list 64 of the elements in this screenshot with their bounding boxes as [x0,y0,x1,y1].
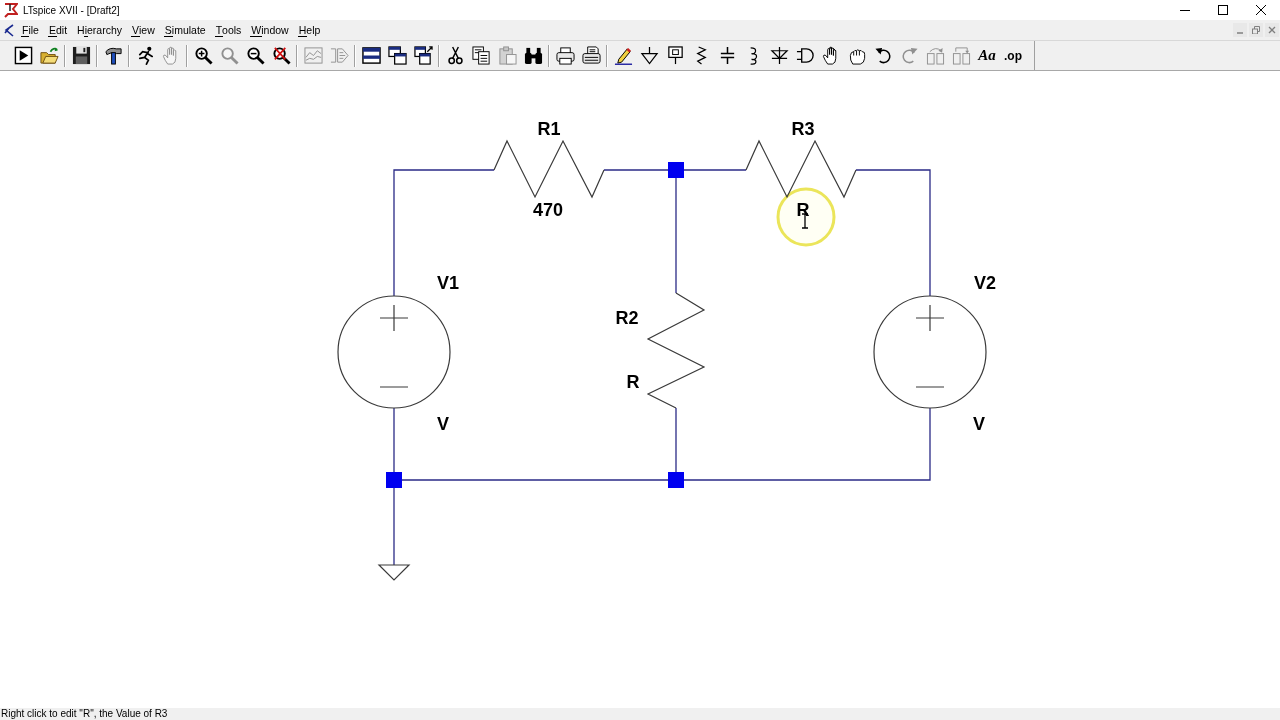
toolbar-button[interactable] [411,43,435,68]
toolbar-button[interactable] [385,43,409,68]
frame-icon [329,46,349,65]
component-value: V [437,414,449,434]
maximize-icon [1218,5,1228,15]
toolbar-button[interactable] [469,43,493,68]
component-value: R [796,200,810,220]
menu-item[interactable]: Tools [210,22,247,38]
close-icon [1268,26,1276,34]
diode-icon [769,46,789,65]
app-logo-icon [4,2,18,18]
restore-icon [1252,26,1260,34]
menu-item[interactable]: File [17,22,44,38]
magnifier-icon [219,46,239,65]
play-icon [13,46,33,65]
junction-icon [668,162,684,178]
ground-symbol [377,564,411,581]
junction-icon [668,472,684,488]
stacked-windows-icon [387,46,407,65]
ground-symbol-icon [639,46,659,65]
component-label: R1 [537,119,561,139]
tiled-windows-icon [361,46,381,65]
menu-item[interactable]: Hierarchy [72,22,127,38]
mirror-icon [951,46,971,65]
menu-item[interactable]: Simulate [159,22,211,38]
close-icon [1256,5,1266,15]
folder-icon [39,46,59,65]
highlight-ring-icon [776,187,836,247]
component-label: V2 [974,273,996,293]
documents-icon [471,46,491,65]
component-value: 470 [533,200,563,220]
junction-icon [386,472,402,488]
zoom-out-icon [245,46,265,65]
zoom-in-icon [193,46,213,65]
component-value: V [973,414,985,434]
hammer-icon [103,46,123,65]
stacked-windows-icon [413,46,433,65]
menu-item[interactable]: Help [293,22,326,38]
menu-item[interactable]: Edit [43,22,73,38]
printer-icon [555,46,575,65]
magnifier-cross-icon [271,46,291,65]
pencil-icon [613,46,633,65]
component-label: R2 [615,308,639,328]
component-label: V1 [437,273,459,293]
logic-gate-icon [795,46,815,65]
scissors-icon [445,46,465,65]
toolbar-button[interactable]: .op [1001,43,1025,68]
component-value: R [626,372,640,392]
toolbar-button[interactable]: Aa [975,43,999,68]
window-title: LTspice XVII - [Draft2] [23,4,120,16]
clipboard-icon [497,46,517,65]
restore-button[interactable] [1249,23,1263,37]
undo-icon [873,46,893,65]
fist-icon [847,46,867,65]
menu-item[interactable]: Window [246,22,294,38]
rotate-icon [925,46,945,65]
printer-icon [581,46,601,65]
binoculars-icon [523,46,543,65]
zigzag-icon [4,23,14,37]
chart-icon [303,46,323,65]
component-label: R3 [791,119,815,139]
label-box-icon [665,46,685,65]
status-text: Right click to edit "R", the Value of R3 [0,708,168,720]
menu-item[interactable]: View [127,22,160,38]
